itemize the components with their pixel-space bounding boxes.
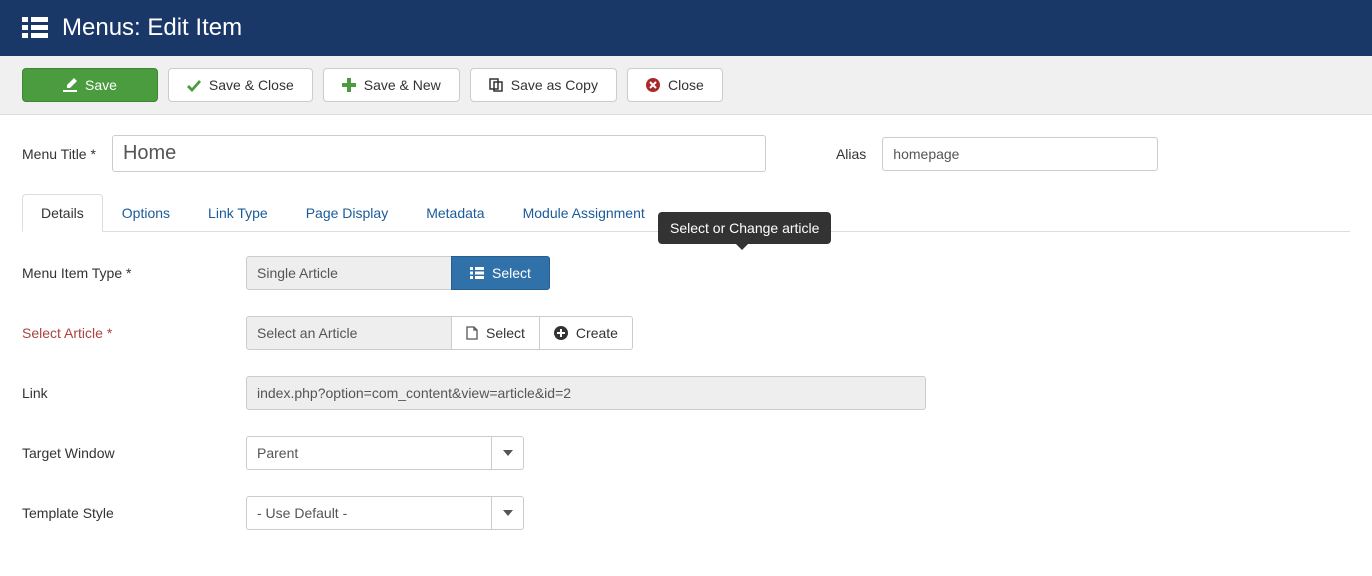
create-article-button[interactable]: Create xyxy=(539,316,633,350)
menu-title-input[interactable] xyxy=(112,135,766,172)
field-select-article: Select Article * Select an Article Selec… xyxy=(22,316,1350,350)
alias-input[interactable] xyxy=(882,137,1158,171)
menu-item-type-label: Menu Item Type * xyxy=(22,265,246,281)
menu-title-label: Menu Title xyxy=(22,146,96,162)
select-article-label: Select Article * xyxy=(22,325,246,341)
toolbar: Save Save & Close Save & New Save as Cop… xyxy=(0,56,1372,115)
menu-item-type-value: Single Article xyxy=(246,256,452,290)
plus-icon xyxy=(342,78,356,92)
tab-options[interactable]: Options xyxy=(103,194,189,231)
target-window-value: Parent xyxy=(246,436,492,470)
list-icon xyxy=(22,17,48,39)
tooltip-select-article: Select or Change article xyxy=(658,212,831,244)
close-button[interactable]: Close xyxy=(627,68,723,102)
tab-page-display[interactable]: Page Display xyxy=(287,194,408,231)
check-icon xyxy=(187,78,201,92)
chevron-down-icon[interactable] xyxy=(492,436,524,470)
field-target-window: Target Window Parent xyxy=(22,436,1350,470)
pencil-square-icon xyxy=(63,78,77,92)
link-label: Link xyxy=(22,385,246,401)
field-menu-item-type: Menu Item Type * Single Article Select S… xyxy=(22,256,1350,290)
copy-icon xyxy=(489,78,503,92)
chevron-down-icon[interactable] xyxy=(492,496,524,530)
cancel-circle-icon xyxy=(646,78,660,92)
content-area: Menu Title Alias Details Options Link Ty… xyxy=(0,115,1372,576)
tab-metadata[interactable]: Metadata xyxy=(407,194,503,231)
list-icon xyxy=(470,267,484,279)
target-window-label: Target Window xyxy=(22,445,246,461)
tab-details[interactable]: Details xyxy=(22,194,103,232)
template-style-label: Template Style xyxy=(22,505,246,521)
field-template-style: Template Style - Use Default - xyxy=(22,496,1350,530)
select-article-value: Select an Article xyxy=(246,316,452,350)
save-copy-button[interactable]: Save as Copy xyxy=(470,68,617,102)
target-window-select[interactable]: Parent xyxy=(246,436,524,470)
field-link: Link index.php?option=com_content&view=a… xyxy=(22,376,1350,410)
file-icon xyxy=(466,326,478,340)
page-title: Menus: Edit Item xyxy=(62,14,242,42)
save-new-button[interactable]: Save & New xyxy=(323,68,460,102)
save-button[interactable]: Save xyxy=(22,68,158,102)
alias-label: Alias xyxy=(836,146,866,162)
tab-module-assignment[interactable]: Module Assignment xyxy=(504,194,664,231)
select-article-button[interactable]: Select xyxy=(451,316,540,350)
menu-item-type-select-button[interactable]: Select xyxy=(451,256,550,290)
template-style-value: - Use Default - xyxy=(246,496,492,530)
plus-circle-icon xyxy=(554,326,568,340)
tab-link-type[interactable]: Link Type xyxy=(189,194,287,231)
link-value: index.php?option=com_content&view=articl… xyxy=(246,376,926,410)
save-close-button[interactable]: Save & Close xyxy=(168,68,313,102)
template-style-select[interactable]: - Use Default - xyxy=(246,496,524,530)
title-row: Menu Title Alias xyxy=(22,135,1350,172)
header-bar: Menus: Edit Item xyxy=(0,0,1372,56)
